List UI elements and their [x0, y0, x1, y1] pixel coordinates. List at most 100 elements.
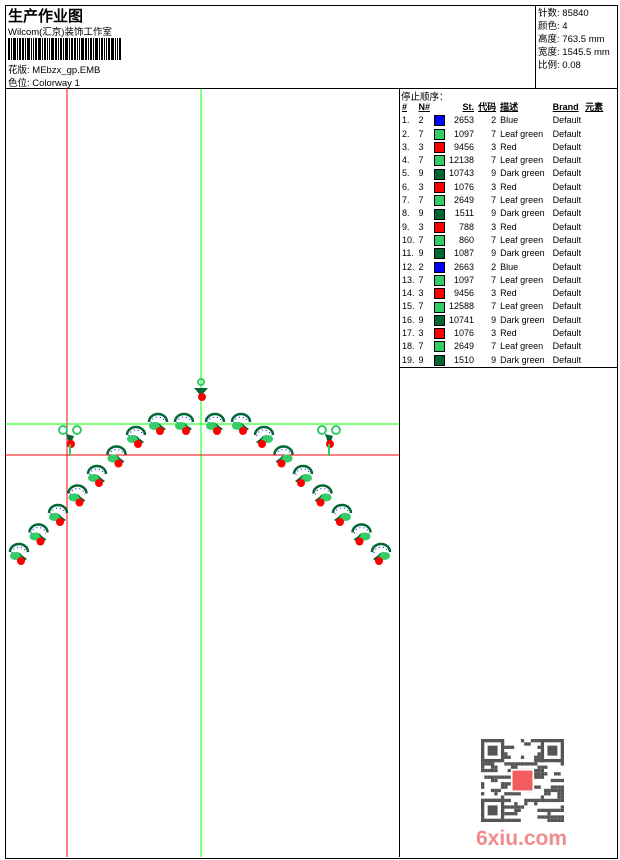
brand: Default [552, 128, 582, 139]
stop-number: 6. [402, 181, 410, 192]
flower [336, 518, 344, 526]
needle: 9 [418, 354, 424, 365]
stitches: 9456 [454, 141, 475, 152]
description: Leaf green [500, 274, 544, 285]
flower [182, 427, 190, 435]
description: Leaf green [500, 155, 544, 166]
brand: Default [552, 288, 582, 299]
brand: Default [552, 155, 582, 166]
code: 9 [491, 354, 497, 365]
table-row: 16. 9 10741 9 Dark green Default [400, 314, 605, 327]
flower [297, 479, 305, 487]
description: Dark green [500, 168, 545, 179]
stitches: 1076 [454, 328, 475, 339]
table-row: 11. 9 1087 9 Dark green Default [400, 247, 605, 260]
stitches: 788 [459, 221, 475, 232]
color-swatch [432, 247, 447, 260]
code: 3 [491, 221, 497, 232]
brand: Default [552, 208, 582, 219]
table-row: 18. 7 2649 7 Leaf green Default [400, 340, 605, 353]
table-row: 19. 9 1510 9 Dark green Default [400, 354, 605, 367]
scale: 比例: 0.08 [538, 60, 581, 71]
needle: 7 [418, 155, 424, 166]
code: 2 [491, 261, 497, 272]
stop-number: 4. [402, 155, 410, 166]
scallop [147, 412, 169, 423]
description: Dark green [500, 314, 545, 325]
stop-number: 19. [402, 354, 415, 365]
flower [17, 557, 25, 565]
code: 7 [491, 195, 497, 206]
color-swatch [432, 114, 447, 127]
color-swatch [432, 354, 447, 367]
color-swatch [432, 261, 447, 274]
code: 3 [491, 328, 497, 339]
flower [134, 440, 142, 448]
scallop [28, 523, 49, 533]
stop-number: 11. [402, 248, 414, 259]
table-row: 10. 7 860 7 Leaf green Default [400, 234, 605, 247]
needle: 7 [418, 301, 424, 312]
flower [114, 459, 123, 468]
color-swatch [432, 274, 447, 287]
col-header: 代码 [478, 102, 497, 112]
flower [239, 427, 247, 435]
scallop [312, 484, 333, 494]
needle: 9 [418, 208, 424, 219]
brand: Default [552, 168, 582, 179]
scallop [173, 412, 195, 423]
height: 高度: 763.5 mm [538, 34, 605, 45]
needle: 2 [418, 115, 424, 126]
col-header: 描述 [500, 102, 519, 112]
stitches: 12588 [449, 301, 475, 312]
description: Leaf green [500, 195, 544, 206]
brand: Default [552, 274, 582, 285]
color-swatch [432, 207, 447, 220]
stop-number: 17. [402, 328, 415, 339]
stop-number: 12. [402, 261, 415, 272]
stop-sequence-table: # N# St. 代码 描述 Brand 元素 1. 2 2653 2 Blue… [400, 101, 605, 367]
stop-number: 3. [402, 141, 410, 152]
needle: 3 [418, 181, 424, 192]
flower [56, 518, 64, 526]
table-row: 4. 7 12138 7 Leaf green Default [400, 154, 605, 167]
color-swatch [432, 181, 447, 194]
description: Leaf green [500, 301, 544, 312]
scallop [253, 425, 275, 436]
flower [375, 557, 383, 565]
stitches: 2649 [454, 341, 475, 352]
stitches: 2649 [454, 195, 475, 206]
stitches: 10741 [449, 314, 475, 325]
width: 宽度: 1545.5 mm [538, 47, 610, 58]
scallop [67, 484, 88, 494]
description: Red [500, 328, 517, 339]
description: Leaf green [500, 128, 544, 139]
needle: 9 [418, 314, 424, 325]
table-row: 14. 3 9456 3 Red Default [400, 287, 605, 300]
needle: 3 [418, 328, 424, 339]
code: 9 [491, 248, 497, 259]
needle: 3 [418, 141, 424, 152]
description: Blue [500, 115, 519, 126]
needle: 7 [418, 234, 424, 245]
stop-number: 10. [402, 234, 415, 245]
stop-number: 18. [402, 341, 415, 352]
code: 7 [491, 155, 497, 166]
flower [316, 498, 325, 507]
stop-number: 9. [402, 221, 410, 232]
code: 7 [491, 274, 497, 285]
color-swatch [432, 287, 447, 300]
brand: Default [552, 354, 582, 365]
color-swatch [432, 194, 447, 207]
description: Leaf green [500, 341, 544, 352]
stop-number: 14. [402, 288, 415, 299]
stop-number: 8. [402, 208, 410, 219]
flower [355, 537, 364, 546]
stop-number: 1. [402, 115, 410, 126]
stop-number: 16. [402, 314, 415, 325]
description: Dark green [500, 248, 545, 259]
brand: Default [552, 314, 582, 325]
code: 3 [491, 181, 497, 192]
stitches: 1510 [454, 354, 475, 365]
scallop [106, 445, 127, 455]
